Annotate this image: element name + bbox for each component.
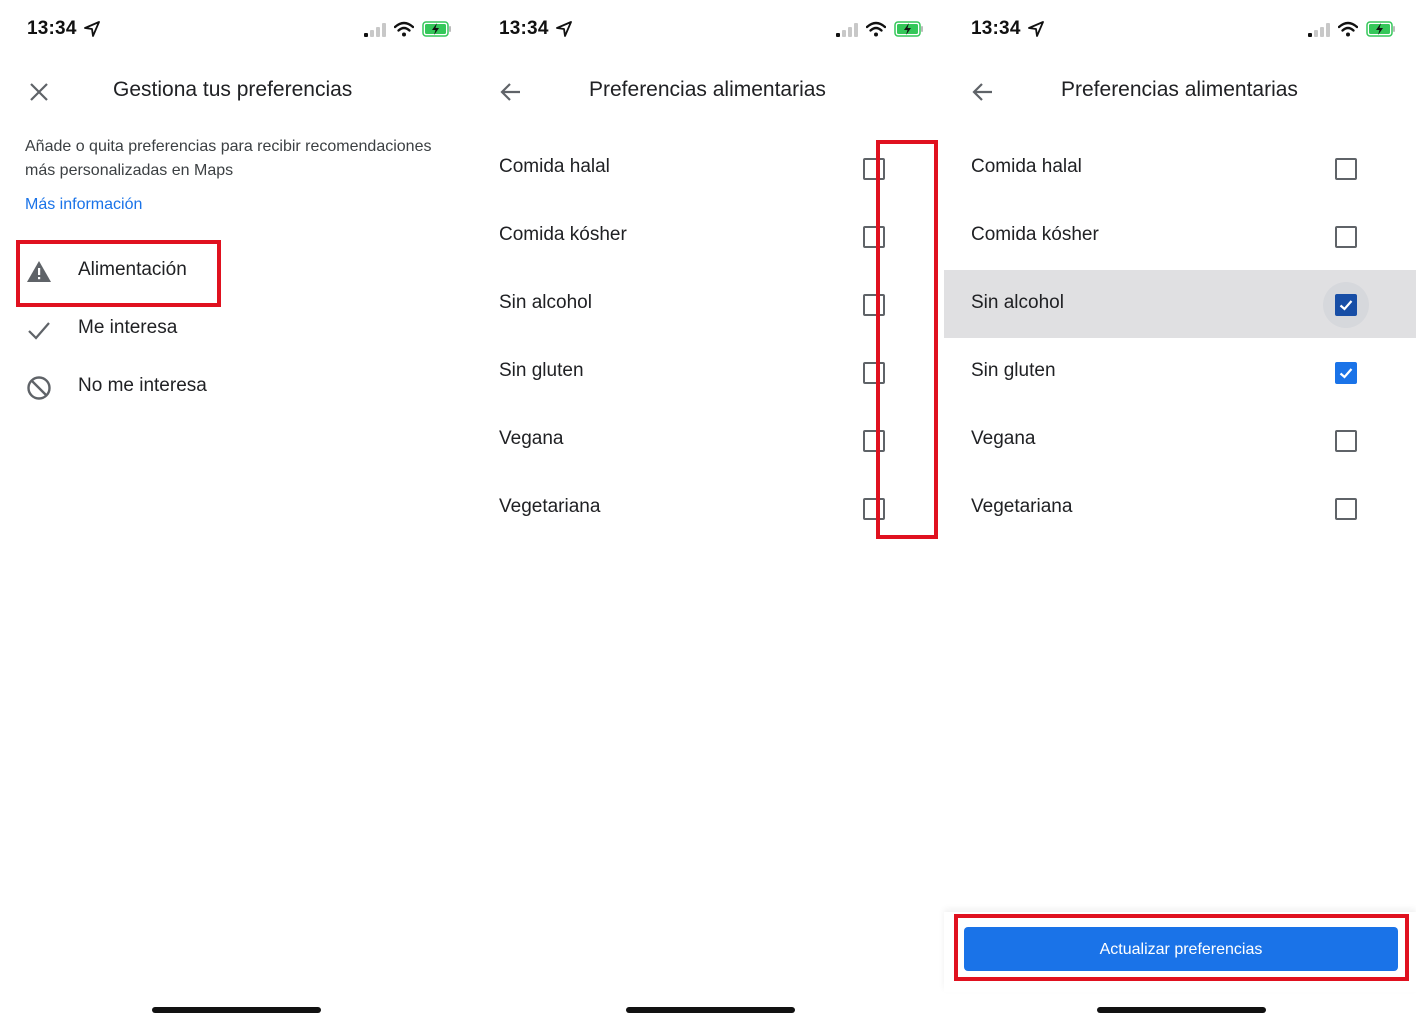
preference-checkbox[interactable] bbox=[1335, 226, 1357, 248]
location-arrow-icon bbox=[84, 21, 100, 37]
status-bar: 13:34 bbox=[0, 18, 472, 44]
app-bar: Preferencias alimentarias bbox=[944, 70, 1416, 112]
checkmark-icon bbox=[1339, 368, 1353, 379]
battery-charging-icon bbox=[1366, 21, 1395, 37]
preference-checkbox[interactable] bbox=[863, 158, 885, 180]
app-bar: Gestiona tus preferencias bbox=[0, 70, 472, 112]
page-title: Preferencias alimentarias bbox=[589, 78, 826, 101]
preference-row[interactable]: Vegana bbox=[472, 406, 944, 474]
preference-checkbox[interactable] bbox=[1335, 294, 1357, 316]
menu-item-label: No me interesa bbox=[78, 375, 207, 396]
home-indicator bbox=[1097, 1007, 1266, 1013]
preference-row[interactable]: Vegetariana bbox=[472, 474, 944, 542]
home-indicator bbox=[152, 1007, 321, 1013]
more-info-link[interactable]: Más información bbox=[25, 196, 142, 214]
preference-row[interactable]: Sin alcohol bbox=[472, 270, 944, 338]
preference-label: Sin alcohol bbox=[971, 292, 1064, 313]
preference-row[interactable]: Vegana bbox=[944, 406, 1416, 474]
block-icon bbox=[27, 376, 51, 400]
status-time: 13:34 bbox=[499, 18, 549, 39]
preference-checkbox[interactable] bbox=[1335, 430, 1357, 452]
menu-item-label: Me interesa bbox=[78, 317, 178, 338]
page-title: Gestiona tus preferencias bbox=[113, 78, 353, 101]
menu-item-me-interesa[interactable]: Me interesa bbox=[0, 302, 472, 356]
preference-checkbox[interactable] bbox=[863, 294, 885, 316]
preference-label: Sin gluten bbox=[971, 360, 1056, 381]
update-preferences-button[interactable]: Actualizar preferencias bbox=[964, 927, 1398, 971]
back-arrow-icon[interactable] bbox=[970, 79, 996, 105]
preference-row[interactable]: Sin gluten bbox=[472, 338, 944, 406]
preference-row[interactable]: Comida halal bbox=[472, 134, 944, 202]
bottom-action-bar: Actualizar preferencias bbox=[944, 912, 1416, 992]
battery-charging-icon bbox=[894, 21, 923, 37]
preference-label: Comida halal bbox=[499, 156, 610, 177]
check-icon bbox=[28, 322, 50, 340]
location-arrow-icon bbox=[556, 21, 572, 37]
preference-label: Comida kósher bbox=[499, 224, 627, 245]
home-indicator bbox=[626, 1007, 795, 1013]
warning-icon bbox=[27, 261, 51, 282]
preference-label: Comida kósher bbox=[971, 224, 1099, 245]
cellular-signal-icon bbox=[1308, 23, 1330, 37]
status-bar: 13:34 bbox=[472, 18, 944, 44]
status-time: 13:34 bbox=[971, 18, 1021, 39]
status-time: 13:34 bbox=[27, 18, 77, 39]
preference-label: Sin alcohol bbox=[499, 292, 592, 313]
back-arrow-icon[interactable] bbox=[498, 79, 524, 105]
preference-row[interactable]: Sin gluten bbox=[944, 338, 1416, 406]
cellular-signal-icon bbox=[364, 23, 386, 37]
preference-row[interactable]: Vegetariana bbox=[944, 474, 1416, 542]
preference-checkbox[interactable] bbox=[1335, 362, 1357, 384]
description-text: Añade o quita preferencias para recibir … bbox=[25, 138, 432, 179]
menu-item-no-me-interesa[interactable]: No me interesa bbox=[0, 360, 472, 414]
page-title: Preferencias alimentarias bbox=[1061, 78, 1298, 101]
preference-row[interactable]: Comida kósher bbox=[472, 202, 944, 270]
preference-checkbox[interactable] bbox=[863, 430, 885, 452]
checkmark-icon bbox=[1339, 300, 1353, 311]
preference-checkbox[interactable] bbox=[1335, 158, 1357, 180]
preference-label: Vegana bbox=[971, 428, 1036, 449]
menu-item-alimentacion[interactable]: Alimentación bbox=[0, 244, 472, 298]
dietary-preferences-screen: 13:34 Preferencias alimentarias Comida h… bbox=[472, 0, 944, 1024]
preference-row[interactable]: Comida halal bbox=[944, 134, 1416, 202]
preference-label: Vegetariana bbox=[971, 496, 1073, 517]
preference-label: Vegana bbox=[499, 428, 564, 449]
preference-checkbox[interactable] bbox=[863, 498, 885, 520]
preference-row[interactable]: Comida kósher bbox=[944, 202, 1416, 270]
preference-label: Vegetariana bbox=[499, 496, 601, 517]
menu-item-label: Alimentación bbox=[78, 259, 187, 280]
app-bar: Preferencias alimentarias bbox=[472, 70, 944, 112]
battery-charging-icon bbox=[422, 21, 451, 37]
wifi-icon bbox=[866, 21, 886, 37]
close-icon[interactable] bbox=[26, 79, 52, 105]
preference-checkbox[interactable] bbox=[1335, 498, 1357, 520]
preference-label: Sin gluten bbox=[499, 360, 584, 381]
preference-label: Comida halal bbox=[971, 156, 1082, 177]
wifi-icon bbox=[394, 21, 414, 37]
preference-checkbox[interactable] bbox=[863, 226, 885, 248]
status-bar: 13:34 bbox=[944, 18, 1416, 44]
preference-checkbox[interactable] bbox=[863, 362, 885, 384]
dietary-preferences-screen-selected: 13:34 Preferencias alimentarias Comida h… bbox=[944, 0, 1416, 1024]
preference-row[interactable]: Sin alcohol bbox=[944, 270, 1416, 338]
cellular-signal-icon bbox=[836, 23, 858, 37]
wifi-icon bbox=[1338, 21, 1358, 37]
location-arrow-icon bbox=[1028, 21, 1044, 37]
manage-preferences-screen: 13:34 Gestiona tus preferencias Añade o … bbox=[0, 0, 472, 1024]
